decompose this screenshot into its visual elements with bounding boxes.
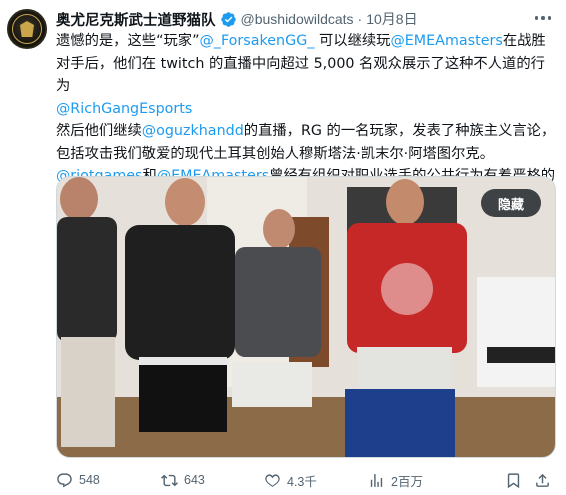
- tweet-text-segment: 遗憾的是，这些“玩家”: [56, 33, 200, 49]
- bookmark-button[interactable]: [505, 470, 522, 490]
- reply-icon: [57, 472, 72, 487]
- repost-button[interactable]: 643: [161, 470, 205, 490]
- views-count: 2百万: [391, 474, 423, 489]
- reply-count: 548: [79, 473, 100, 487]
- reply-button[interactable]: 548: [56, 470, 100, 490]
- tweet-text-segment: 可以继续玩: [314, 33, 391, 49]
- separator-dot: ·: [357, 11, 363, 27]
- like-button[interactable]: 4.3千: [264, 470, 317, 490]
- views-button[interactable]: 2百万: [368, 470, 423, 490]
- tweet-photo[interactable]: 隐藏: [56, 176, 556, 458]
- like-count: 4.3千: [287, 474, 317, 489]
- hide-button[interactable]: 隐藏: [481, 189, 541, 217]
- mention-link[interactable]: @EMEAmasters: [390, 33, 502, 49]
- display-name[interactable]: 奥尤尼克斯武士道野猫队: [56, 9, 216, 30]
- mention-link[interactable]: @oguzkhandd: [142, 123, 244, 139]
- person-1: [57, 177, 117, 447]
- like-icon: [265, 473, 280, 487]
- photo-scene: [57, 177, 555, 457]
- verified-badge-icon: [220, 11, 236, 27]
- mention-link[interactable]: @_ForsakenGG_: [200, 33, 315, 49]
- bookmark-icon: [507, 472, 520, 488]
- share-icon: [536, 473, 549, 487]
- views-icon: [370, 473, 383, 487]
- tweet: 奥尤尼克斯武士道野猫队 @bushidowildcats · 10月8日 遗憾的…: [0, 0, 566, 495]
- repost-count: 643: [184, 473, 205, 487]
- tweet-text-segment: 然后他们继续: [56, 123, 142, 139]
- repost-icon: [161, 474, 178, 486]
- share-button[interactable]: [534, 470, 551, 490]
- action-bar: 548 643 4.3千 2百万: [56, 470, 556, 490]
- more-icon[interactable]: [532, 8, 554, 28]
- tweet-date[interactable]: 10月8日: [366, 9, 417, 29]
- tweet-header: 奥尤尼克斯武士道野猫队 @bushidowildcats · 10月8日: [56, 8, 418, 30]
- handle[interactable]: @bushidowildcats: [241, 11, 354, 27]
- avatar[interactable]: [7, 9, 47, 49]
- mention-link[interactable]: @RichGangEsports: [56, 101, 192, 117]
